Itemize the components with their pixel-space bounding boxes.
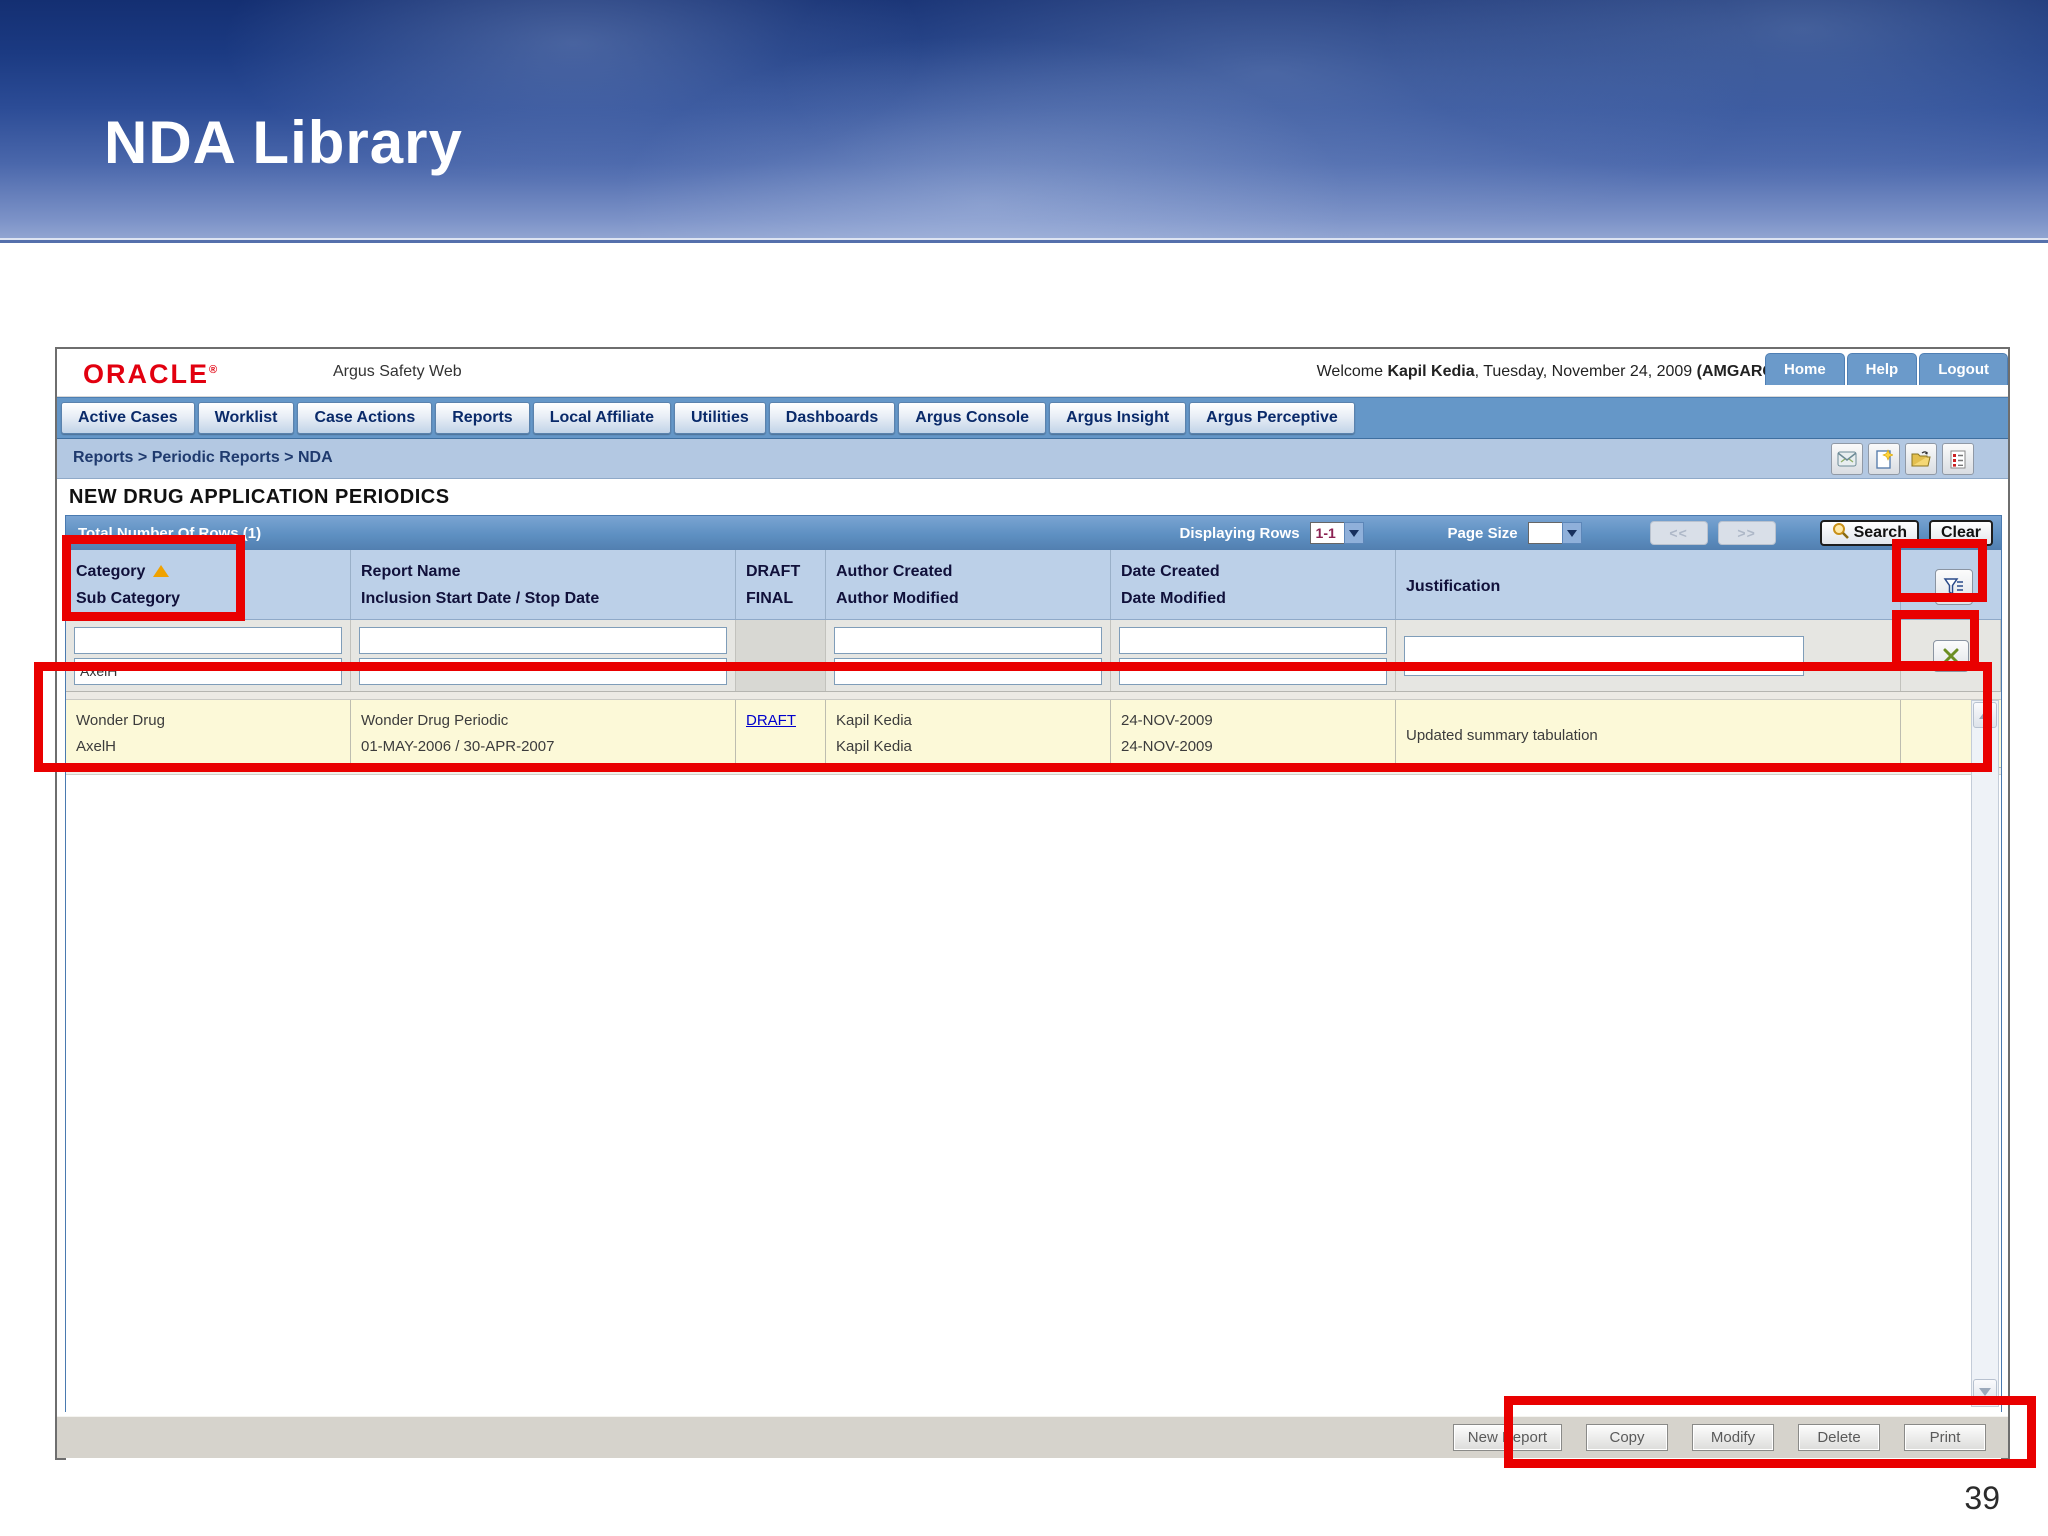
welcome-date: , Tuesday, November 24, 2009 <box>1474 363 1697 380</box>
displaying-rows-label: Displaying Rows <box>1179 524 1300 542</box>
logout-button[interactable]: Logout <box>1919 353 2008 385</box>
grid-header-bar: Total Number Of Rows (1) Displaying Rows… <box>66 516 2001 550</box>
product-name: Argus Safety Web <box>333 363 462 380</box>
oracle-logo-text: ORACLE <box>83 359 209 389</box>
chevron-down-icon <box>1561 522 1582 544</box>
tab-argus-console[interactable]: Argus Console <box>898 402 1047 434</box>
tab-worklist[interactable]: Worklist <box>197 402 295 434</box>
tab-active-cases[interactable]: Active Cases <box>61 402 195 434</box>
welcome-prefix: Welcome <box>1316 363 1388 380</box>
date-created-filter-input[interactable] <box>1119 626 1387 654</box>
chevron-down-icon <box>1343 522 1364 544</box>
page-title: NEW DRUG APPLICATION PERIODICS <box>69 485 450 508</box>
email-icon[interactable] <box>1831 443 1863 475</box>
tab-local-affiliate[interactable]: Local Affiliate <box>532 402 671 434</box>
search-icon <box>1832 522 1849 544</box>
annotation-box-category-header <box>62 535 245 621</box>
annotation-box-action-buttons <box>1504 1396 2036 1468</box>
annotation-box-data-row <box>34 662 1992 772</box>
app-top-bar: ORACLE® Argus Safety Web Welcome Kapil K… <box>57 349 2008 397</box>
help-button[interactable]: Help <box>1846 353 1918 385</box>
column-header-date[interactable]: Date Created Date Modified <box>1111 550 1396 619</box>
slide-header: NDA Library <box>0 0 2048 243</box>
oracle-logo: ORACLE® <box>83 359 219 390</box>
slide-title: NDA Library <box>104 109 463 176</box>
toolbar-icons <box>1831 443 1974 475</box>
slide: NDA Library ORACLE® Argus Safety Web Wel… <box>0 0 2048 1536</box>
vertical-scrollbar[interactable] <box>1971 700 1999 1407</box>
column-header-justification[interactable]: Justification <box>1396 550 1901 619</box>
home-button[interactable]: Home <box>1764 353 1845 385</box>
column-header-draft-final[interactable]: DRAFT FINAL <box>736 550 826 619</box>
results-grid: Total Number Of Rows (1) Displaying Rows… <box>65 515 2002 1536</box>
main-nav-bar: Active Cases Worklist Case Actions Repor… <box>57 397 2008 439</box>
column-header-author[interactable]: Author Created Author Modified <box>826 550 1111 619</box>
next-page-button[interactable]: >> <box>1717 521 1776 545</box>
tab-utilities[interactable]: Utilities <box>674 402 766 434</box>
new-report-icon[interactable] <box>1868 443 1900 475</box>
tab-case-actions[interactable]: Case Actions <box>297 402 433 434</box>
session-buttons: Home Help Logout <box>1763 353 2008 385</box>
welcome-text: Welcome Kapil Kedia, Tuesday, November 2… <box>1317 363 1798 381</box>
page-size-value: 50 <box>1527 522 1562 544</box>
tab-dashboards[interactable]: Dashboards <box>768 402 896 434</box>
tab-reports[interactable]: Reports <box>435 402 530 434</box>
open-folder-icon[interactable] <box>1905 443 1937 475</box>
app-window: ORACLE® Argus Safety Web Welcome Kapil K… <box>55 347 2010 1536</box>
page-size-select[interactable]: 50 <box>1527 522 1582 544</box>
column-header-report-name[interactable]: Report Name Inclusion Start Date / Stop … <box>351 550 736 619</box>
registered-mark: ® <box>209 364 220 376</box>
prev-page-button[interactable]: << <box>1649 521 1708 545</box>
breadcrumb-bar: Reports > Periodic Reports > NDA <box>57 439 2008 479</box>
tab-argus-perceptive[interactable]: Argus Perceptive <box>1189 402 1355 434</box>
annotation-box-clear-filter-icon <box>1892 610 1979 670</box>
list-icon[interactable] <box>1942 443 1974 475</box>
displaying-rows-value: 1-1 <box>1309 522 1344 544</box>
report-name-filter-input[interactable] <box>359 626 727 654</box>
page-size-label: Page Size <box>1447 524 1518 542</box>
column-headers: Category Sub Category Report Name Inclus… <box>66 550 2001 620</box>
annotation-box-filter-icon <box>1892 539 1987 602</box>
grid-header-controls: Displaying Rows 1-1 Page Size 50 << >> S… <box>1180 520 1993 546</box>
displaying-rows-select[interactable]: 1-1 <box>1309 522 1364 544</box>
slide-page-number: 39 <box>1964 1480 2000 1516</box>
category-filter-input[interactable] <box>74 626 342 654</box>
page-title-row: NEW DRUG APPLICATION PERIODICS <box>57 479 2008 515</box>
welcome-user: Kapil Kedia <box>1387 363 1475 380</box>
author-created-filter-input[interactable] <box>834 626 1102 654</box>
tab-argus-insight[interactable]: Argus Insight <box>1049 402 1187 434</box>
breadcrumb: Reports > Periodic Reports > NDA <box>73 449 333 466</box>
